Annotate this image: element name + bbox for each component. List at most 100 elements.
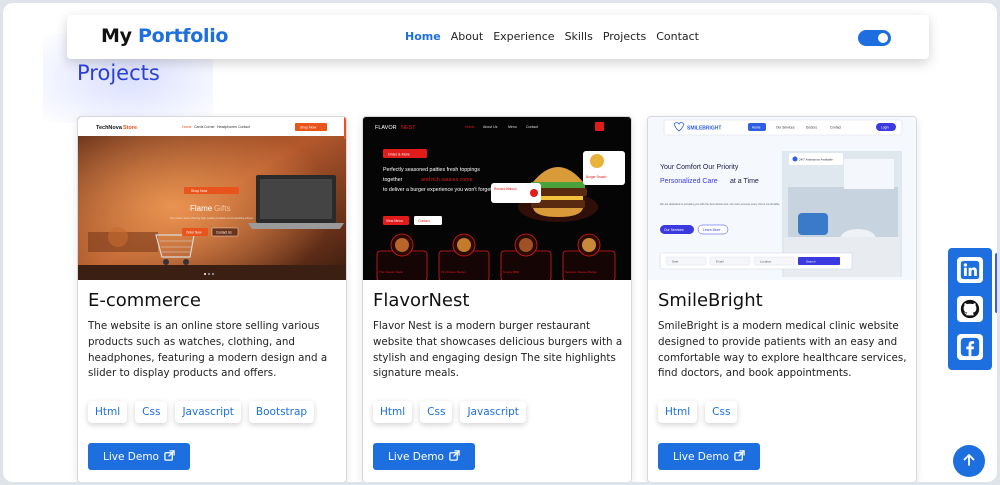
preview-sub: We are dedicated to providing you with t… <box>660 202 780 206</box>
preview-logo-a: TechNova <box>96 125 123 131</box>
tech-tags: Html Css <box>658 401 745 423</box>
tag-javascript: Javascript <box>460 401 526 423</box>
preview-headline-c: at a Time <box>730 178 759 185</box>
tech-tags: Html Css Javascript <box>373 401 534 423</box>
preview-headline-a: Your Comfort Our Priority <box>660 164 739 171</box>
preview-menu-2: Smoky BBQ <box>503 270 520 274</box>
brand-portfolio: Portfolio <box>138 25 229 47</box>
nav-link-contact[interactable]: Contact <box>656 30 699 43</box>
preview-hero-b: Gifts <box>214 204 230 213</box>
project-card-smilebright: SMILEBRIGHT Home Our Services Doctors Co… <box>647 116 917 482</box>
preview-form-1: Email <box>716 260 724 264</box>
preview-nav-1: About Us <box>483 125 498 129</box>
nav-link-home[interactable]: Home <box>405 30 441 43</box>
nav-links: Home About Experience Skills Projects Co… <box>405 30 709 43</box>
toggle-knob <box>878 33 888 43</box>
nav-link-skills[interactable]: Skills <box>565 30 593 43</box>
preview-headline-c: together <box>383 177 403 183</box>
tech-tags: Html Css Javascript Bootstrap <box>88 401 322 423</box>
preview-bubble1: Burger Smash <box>586 175 607 179</box>
page: My Portfolio Home About Experience Skill… <box>3 3 997 482</box>
preview-menu-3: Sesame Cheese Burger <box>565 270 597 274</box>
preview-nav-3: Contact <box>526 125 538 129</box>
theme-toggle[interactable] <box>858 30 891 46</box>
preview-bubble2: Richard Watson <box>494 187 517 191</box>
preview-logo-b: NEST <box>401 125 416 131</box>
preview-nav-0: Home <box>752 126 761 130</box>
scroll-to-top-button[interactable] <box>953 445 985 477</box>
project-card-flavornest: FLAVOR NEST Home About Us Menu Contact O… <box>362 116 632 482</box>
preview-nav-3: Headphones <box>217 125 237 129</box>
preview-headline-d: to deliver a burger experience you won't… <box>383 187 493 193</box>
project-preview-image[interactable]: FLAVOR NEST Home About Us Menu Contact O… <box>363 117 631 280</box>
preview-logo-a: FLAVOR <box>375 125 397 131</box>
facebook-icon[interactable] <box>957 334 983 360</box>
scrollbar-thumb[interactable] <box>995 253 997 313</box>
preview-nav-1: Our Services <box>776 126 795 130</box>
preview-badge: Order & More <box>388 153 410 157</box>
project-title: SmileBright <box>658 290 763 311</box>
preview-nav-4: Contact <box>238 125 250 129</box>
preview-nav-1: Cards <box>194 125 204 129</box>
preview-btn1: Our Services <box>664 228 684 232</box>
preview-cta: Shop Now <box>300 126 317 130</box>
preview-nav-2: Doctors <box>806 126 817 130</box>
section-title: Projects <box>77 61 160 85</box>
preview-btn2: Contact <box>418 219 430 223</box>
preview-form-2: Location <box>760 260 772 264</box>
live-demo-label: Live Demo <box>103 450 159 463</box>
preview-btn2: Contact Us <box>216 231 232 235</box>
preview-badge: 24/7 Assistance Available <box>799 158 833 162</box>
external-link-icon <box>449 449 460 464</box>
preview-btn2: Learn More <box>703 228 720 232</box>
social-sidebar <box>948 248 992 370</box>
live-demo-label: Live Demo <box>673 450 729 463</box>
nav-link-about[interactable]: About <box>451 30 484 43</box>
nav-link-projects[interactable]: Projects <box>603 30 646 43</box>
preview-nav-2: Corner <box>204 125 216 129</box>
live-demo-button[interactable]: Live Demo <box>88 443 190 470</box>
arrow-up-icon <box>962 452 976 471</box>
tag-html: Html <box>88 401 128 423</box>
tag-css: Css <box>420 401 453 423</box>
preview-nav-2: Menu <box>508 125 517 129</box>
preview-hero: Flame <box>190 204 213 213</box>
linkedin-icon[interactable] <box>957 257 983 283</box>
tag-html: Html <box>658 401 698 423</box>
live-demo-button[interactable]: Live Demo <box>373 443 475 470</box>
project-preview-image[interactable]: SMILEBRIGHT Home Our Services Doctors Co… <box>648 117 916 280</box>
preview-nav-0: Home <box>182 125 191 129</box>
preview-search: Search <box>806 260 816 264</box>
preview-badge: Shop Now <box>191 189 208 193</box>
preview-logo: SMILEBRIGHT <box>687 126 721 132</box>
preview-headline-a: Perfectly seasoned patties fresh topping… <box>383 167 480 173</box>
preview-headline-b: and rich sauces come <box>421 177 473 183</box>
preview-menu-0: The Classic Stack <box>379 270 404 274</box>
preview-nav-0: Home <box>465 125 474 129</box>
github-icon[interactable] <box>957 296 983 322</box>
live-demo-button[interactable]: Live Demo <box>658 443 760 470</box>
tag-css: Css <box>135 401 168 423</box>
project-description: SmileBright is a modern medical clinic w… <box>658 320 907 380</box>
tag-html: Html <box>373 401 413 423</box>
project-card-ecommerce: TechNova Store Home Cards Corner Headpho… <box>77 116 347 482</box>
brand-logo[interactable]: My Portfolio <box>101 25 228 47</box>
project-description: The website is an online store selling v… <box>88 320 328 380</box>
preview-login: Login <box>881 126 889 130</box>
preview-sub: Our online store offering high quality p… <box>170 216 254 220</box>
preview-headline-b: Personalized Care <box>660 178 718 185</box>
nav-link-experience[interactable]: Experience <box>493 30 554 43</box>
preview-form-0: Date <box>672 260 679 264</box>
preview-btn1: Order Now <box>186 231 202 235</box>
external-link-icon <box>164 449 175 464</box>
navbar: My Portfolio Home About Experience Skill… <box>67 15 929 59</box>
tag-bootstrap: Bootstrap <box>248 401 315 423</box>
preview-btn1: View Menu <box>386 219 403 223</box>
project-preview-image[interactable]: TechNova Store Home Cards Corner Headpho… <box>78 117 346 280</box>
external-link-icon <box>734 449 745 464</box>
live-demo-label: Live Demo <box>388 450 444 463</box>
tag-javascript: Javascript <box>175 401 241 423</box>
preview-menu-1: Fit Chicken Burger <box>441 270 466 274</box>
brand-my: My <box>101 25 132 47</box>
project-title: E-commerce <box>88 290 201 311</box>
